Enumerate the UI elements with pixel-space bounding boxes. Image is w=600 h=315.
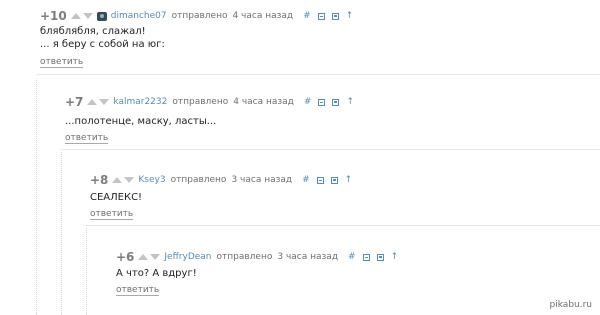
hash-link-icon[interactable]: # — [303, 11, 311, 21]
comment-author[interactable]: Ksey3 — [138, 175, 165, 185]
comment-time[interactable]: 4 часа назад — [233, 97, 294, 107]
comment-rating: +6 — [116, 250, 135, 264]
comment-rating: +8 — [90, 173, 109, 187]
hash-link-icon[interactable]: # — [302, 175, 310, 185]
comment-header: +7 kalmar2232 отправлено 4 часа назад # … — [65, 94, 361, 110]
vote-down-icon[interactable] — [124, 177, 135, 183]
collapse-icon[interactable] — [317, 12, 325, 20]
comment-time[interactable]: 3 часа назад — [277, 252, 338, 262]
collapse-icon[interactable] — [316, 176, 324, 184]
comment-author[interactable]: kalmar2232 — [113, 97, 167, 107]
thread-line-level-3 — [86, 228, 87, 315]
reply-link[interactable]: ответить — [65, 133, 109, 144]
reply-link[interactable]: ответить — [40, 57, 84, 68]
avatar-icon[interactable] — [96, 11, 107, 21]
vote-down-icon[interactable] — [99, 99, 110, 105]
comment-time[interactable]: 3 часа назад — [231, 175, 292, 185]
vote-up-icon[interactable] — [138, 254, 149, 260]
comment-text-line: бляблябля, слажал! — [40, 26, 146, 37]
vote-up-icon[interactable] — [112, 177, 123, 183]
comment-header: +10 dimanche07 отправлено 4 часа назад #… — [40, 8, 360, 24]
vote-up-icon[interactable] — [70, 13, 81, 19]
comment-text-line: ... я беру с собой на юг: — [40, 39, 165, 50]
sent-label: отправлено — [171, 11, 228, 21]
reply-link[interactable]: ответить — [116, 285, 160, 296]
arrow-up-icon[interactable]: ↑ — [346, 11, 354, 21]
collapse-icon[interactable] — [362, 253, 370, 261]
comment-time[interactable]: 4 часа назад — [232, 11, 293, 21]
arrow-up-icon[interactable]: ↑ — [346, 97, 354, 107]
save-icon[interactable] — [330, 176, 338, 184]
comment-text-line: СЕАЛЕКС! — [90, 192, 143, 203]
comment-separator — [61, 149, 600, 150]
thread-line-level-1 — [36, 78, 37, 315]
save-icon[interactable] — [376, 253, 384, 261]
sent-label: отправлено — [172, 97, 229, 107]
comment-separator — [86, 225, 600, 226]
comment-text-line: ...полотенце, маску, ласты... — [65, 116, 217, 127]
arrow-up-icon[interactable]: ↑ — [345, 175, 353, 185]
vote-up-icon[interactable] — [87, 99, 98, 105]
hash-link-icon[interactable]: # — [348, 252, 356, 262]
vote-down-icon[interactable] — [82, 13, 93, 19]
comment-rating: +10 — [40, 9, 67, 23]
thread-line-level-2 — [61, 152, 62, 315]
save-icon[interactable] — [332, 98, 340, 106]
sent-label: отправлено — [170, 175, 227, 185]
arrow-up-icon[interactable]: ↑ — [391, 252, 399, 262]
comment-separator — [36, 74, 600, 75]
sent-label: отправлено — [216, 252, 273, 262]
hash-link-icon[interactable]: # — [304, 97, 312, 107]
save-icon[interactable] — [331, 12, 339, 20]
reply-link[interactable]: ответить — [90, 209, 134, 220]
comment-rating: +7 — [65, 95, 84, 109]
collapse-icon[interactable] — [318, 98, 326, 106]
comment-header: +6 JeffryDean отправлено 3 часа назад # … — [116, 249, 405, 265]
site-watermark: pikabu.ru — [549, 300, 592, 310]
comment-author[interactable]: dimanche07 — [111, 11, 167, 21]
comment-author[interactable]: JeffryDean — [164, 252, 211, 262]
comment-header: +8 Ksey3 отправлено 3 часа назад # ↑ — [90, 172, 359, 188]
vote-down-icon[interactable] — [150, 254, 161, 260]
comment-text-line: А что? А вдруг! — [116, 268, 197, 279]
